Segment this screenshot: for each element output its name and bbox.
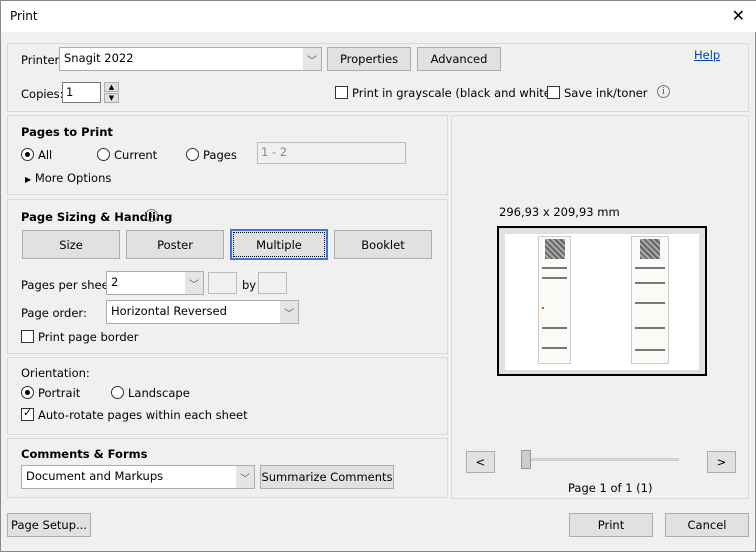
close-icon[interactable]: ✕ (732, 6, 745, 25)
copies-input[interactable]: 1 (62, 82, 101, 103)
auto-rotate-label: Auto-rotate pages within each sheet (38, 408, 248, 422)
radio-pages-label: Pages (203, 148, 237, 162)
chevron-down-icon: ﹀ (185, 272, 203, 294)
preview-page (505, 234, 699, 370)
summarize-comments-button[interactable]: Summarize Comments (260, 465, 394, 489)
page-slider-handle[interactable] (521, 450, 531, 469)
tab-poster[interactable]: Poster (126, 230, 224, 259)
prev-page-button[interactable]: < (466, 451, 495, 473)
pages-per-sheet-label: Pages per sheet: (21, 278, 118, 292)
pages-per-sheet-select[interactable]: 2 ﹀ (106, 271, 204, 295)
preview-sheet (497, 226, 707, 376)
radio-portrait-label: Portrait (38, 386, 81, 400)
radio-pages[interactable]: Pages (186, 148, 237, 162)
triangle-right-icon: ▶ (25, 175, 32, 184)
page-slider[interactable] (521, 458, 679, 461)
next-page-button[interactable]: > (707, 451, 736, 473)
print-page-border-checkbox[interactable]: Print page border (21, 330, 138, 344)
info-icon[interactable]: i (145, 209, 158, 222)
radio[interactable] (186, 148, 199, 161)
info-icon[interactable]: i (657, 85, 670, 98)
radio[interactable] (111, 386, 124, 399)
page-setup-button[interactable]: Page Setup... (7, 513, 91, 537)
page-order-label: Page order: (21, 306, 87, 320)
printer-select[interactable]: Snagit 2022 ﹀ (59, 47, 322, 71)
radio-current-label: Current (114, 148, 158, 162)
radio[interactable] (21, 386, 34, 399)
rows-input[interactable] (208, 272, 237, 294)
checkbox[interactable] (335, 86, 348, 99)
pages-per-sheet-value: 2 (111, 275, 119, 289)
checkbox[interactable] (547, 86, 560, 99)
by-label: by (242, 278, 257, 292)
save-ink-checkbox[interactable]: Save ink/toner (547, 86, 648, 100)
radio[interactable] (97, 148, 110, 161)
chevron-down-icon: ﹀ (280, 301, 298, 323)
printer-label: Printer: (21, 53, 63, 67)
copies-label: Copies: (21, 87, 64, 101)
orientation-title: Orientation: (21, 366, 90, 380)
save-ink-label: Save ink/toner (564, 86, 648, 100)
title-bar: Print (1, 1, 756, 32)
checkbox[interactable] (21, 406, 34, 421)
radio-all-label: All (38, 148, 53, 162)
thumbnail-page (631, 236, 669, 364)
page-order-select[interactable]: Horizontal Reversed ﹀ (106, 300, 299, 324)
more-options-toggle[interactable]: ▶ More Options (25, 171, 111, 185)
comments-value: Document and Markups (26, 469, 164, 483)
grayscale-label: Print in grayscale (black and white) (352, 86, 556, 100)
thumbnail-page (538, 236, 571, 364)
properties-button[interactable]: Properties (327, 47, 411, 71)
radio[interactable] (21, 148, 34, 161)
tab-multiple[interactable]: Multiple (230, 229, 328, 260)
more-options-label: More Options (34, 171, 112, 185)
page-status: Page 1 of 1 (1) (568, 481, 653, 495)
auto-rotate-checkbox[interactable]: Auto-rotate pages within each sheet (21, 406, 248, 422)
columns-input[interactable] (258, 272, 287, 294)
help-link[interactable]: Help (694, 48, 720, 62)
page-order-value: Horizontal Reversed (111, 304, 227, 318)
print-button[interactable]: Print (569, 513, 653, 537)
pages-range-input[interactable]: 1 - 2 (257, 142, 406, 164)
advanced-button[interactable]: Advanced (417, 47, 501, 71)
printer-value: Snagit 2022 (64, 51, 134, 65)
grayscale-checkbox[interactable]: Print in grayscale (black and white) (335, 86, 555, 100)
copies-down-button[interactable]: ▼ (104, 93, 119, 103)
radio-current[interactable]: Current (97, 148, 157, 162)
radio-landscape-label: Landscape (128, 386, 190, 400)
copies-up-button[interactable]: ▲ (104, 82, 119, 92)
paper-size: 296,93 x 209,93 mm (499, 205, 620, 219)
chevron-down-icon: ﹀ (303, 48, 321, 70)
radio-all[interactable]: All (21, 148, 52, 162)
cancel-button[interactable]: Cancel (665, 513, 749, 537)
pages-to-print-title: Pages to Print (21, 125, 113, 139)
tab-booklet[interactable]: Booklet (334, 230, 432, 259)
print-page-border-label: Print page border (38, 330, 139, 344)
radio-landscape[interactable]: Landscape (111, 386, 190, 400)
checkbox[interactable] (21, 330, 34, 343)
chevron-down-icon: ﹀ (236, 466, 254, 488)
tab-size[interactable]: Size (22, 230, 120, 259)
comments-title: Comments & Forms (21, 447, 148, 461)
comments-select[interactable]: Document and Markups ﹀ (21, 465, 255, 489)
radio-portrait[interactable]: Portrait (21, 386, 80, 400)
window-title: Print (10, 9, 38, 23)
